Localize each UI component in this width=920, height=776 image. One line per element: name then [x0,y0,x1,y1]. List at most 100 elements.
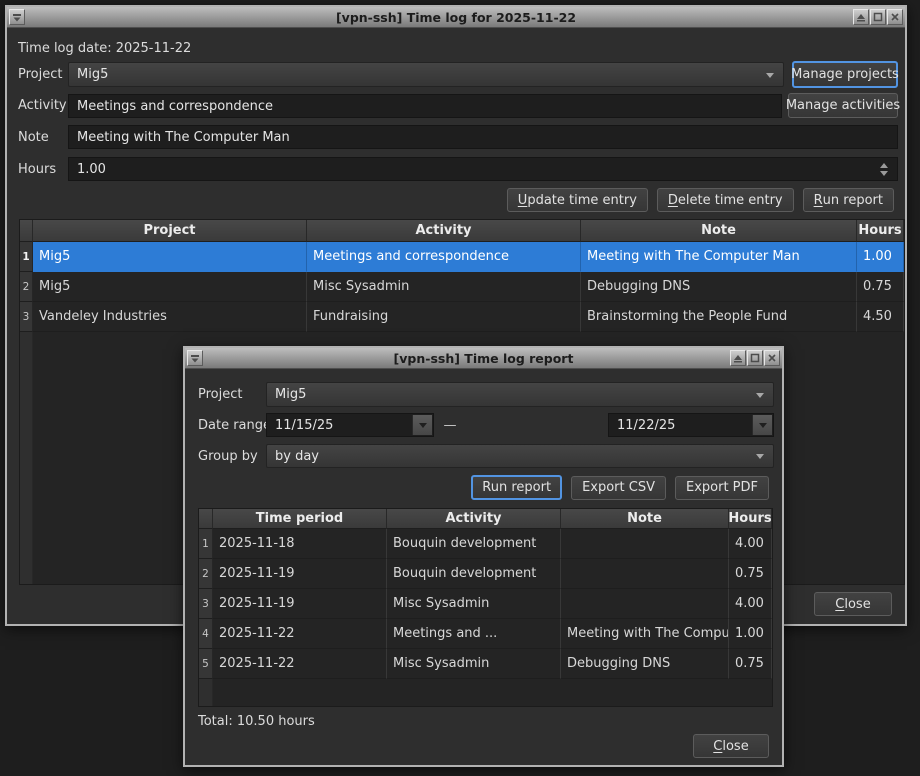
export-csv-button[interactable]: Export CSV [571,476,666,500]
hours-spinbox-value: 1.00 [77,162,106,177]
report-table: Time periodActivityNoteHours12025-11-18B… [198,508,773,707]
shade-icon [733,354,743,363]
table-row[interactable]: 2Mig5Misc SysadminDebugging DNS0.75 [20,272,904,302]
group-by-combobox[interactable]: by day [266,444,774,468]
table-cell: 2025-11-19 [213,589,387,619]
table-cell: 0.75 [729,559,772,589]
date-start-dropdown-button[interactable] [412,415,432,435]
run-report-button[interactable]: Run report [803,188,894,212]
note-label: Note [18,125,49,149]
row-number: 3 [199,589,213,619]
group-by-value: by day [275,449,319,464]
table-empty-space [213,679,772,706]
table-cell: Meeting with The Computer... [561,619,729,649]
table-row[interactable]: 3Vandeley IndustriesFundraisingBrainstor… [20,302,904,332]
column-header[interactable]: Note [561,509,729,529]
date-end-dropdown-button[interactable] [752,415,772,435]
chevron-down-icon [756,454,764,459]
table-cell: Meetings and correspondence [307,242,581,272]
date-end-picker[interactable]: 11/22/25 [608,413,774,437]
table-row[interactable]: 12025-11-18Bouquin development4.00 [199,529,772,559]
row-number: 1 [20,242,33,272]
table-row[interactable]: 22025-11-19Bouquin development 0.75 [199,559,772,589]
window-menu-button[interactable] [9,9,25,25]
spin-up-icon[interactable] [880,163,888,168]
project-combobox[interactable]: Mig5 [68,62,784,87]
report-dialog: [vpn-ssh] Time log report Project Mig5 D… [183,346,784,767]
column-header[interactable]: Project [33,220,307,242]
column-header[interactable]: Activity [387,509,561,529]
report-actions-row: Run report Export CSV Export PDF [471,475,769,500]
table-cell: Misc Sysadmin [387,649,561,679]
table-cell: 2025-11-19 [213,559,387,589]
table-cell: Misc Sysadmin [387,589,561,619]
column-header[interactable]: Hours [857,220,904,242]
row-number: 2 [199,559,213,589]
close-button[interactable] [764,350,780,366]
table-row[interactable]: 42025-11-22Meetings and ...Meeting with … [199,619,772,649]
row-number: 5 [199,649,213,679]
delete-time-entry-button[interactable]: Delete time entry [657,188,794,212]
shade-button[interactable] [853,9,869,25]
maximize-button[interactable] [747,350,763,366]
date-start-picker[interactable]: 11/15/25 [266,413,434,437]
report-project-combobox[interactable]: Mig5 [266,382,774,407]
dialog-run-report-button[interactable]: Run report [471,475,562,500]
table-cell: Debugging DNS [581,272,857,302]
update-time-entry-button[interactable]: Update time entry [507,188,648,212]
close-window-button[interactable]: Close [814,592,892,616]
table-row[interactable]: 32025-11-19Misc Sysadmin 4.00 [199,589,772,619]
table-row[interactable]: 1Mig5Meetings and correspondenceMeeting … [20,242,904,272]
table-cell: 2025-11-22 [213,619,387,649]
time-log-date-label: Time log date: 2025-11-22 [18,40,191,56]
maximize-icon [873,12,883,22]
table-cell: Misc Sysadmin [307,272,581,302]
window-menu-button[interactable] [187,350,203,366]
chevron-down-icon [756,393,764,398]
table-row[interactable]: 52025-11-22Misc SysadminDebugging DNS0.7… [199,649,772,679]
window-menu-icon [190,354,200,363]
maximize-button[interactable] [870,9,886,25]
manage-activities-button[interactable]: Manage activities [788,93,898,118]
table-cell: 4.00 [729,529,772,559]
activity-label: Activity [18,93,67,118]
column-header[interactable]: Note [581,220,857,242]
column-header[interactable]: Hours [729,509,772,529]
table-corner [199,509,213,529]
row-number: 3 [20,302,33,332]
group-by-label: Group by [198,444,258,468]
chevron-down-icon [759,423,767,428]
export-pdf-button[interactable]: Export PDF [675,476,769,500]
hours-label: Hours [18,157,56,181]
table-corner [20,220,33,242]
report-project-label: Project [198,382,242,407]
table-cell [561,529,729,559]
table-cell: Bouquin development [387,529,561,559]
titlebar[interactable]: [vpn-ssh] Time log for 2025-11-22 [7,7,905,28]
report-project-value: Mig5 [275,387,306,402]
table-cell: Bouquin development [387,559,561,589]
activity-input[interactable]: Meetings and correspondence [68,94,782,118]
table-cell: 1.00 [857,242,904,272]
hours-spinbox[interactable]: 1.00 [68,157,898,181]
dialog-titlebar[interactable]: [vpn-ssh] Time log report [185,348,782,369]
spin-down-icon[interactable] [880,171,888,176]
close-button[interactable] [887,9,903,25]
shade-icon [856,13,866,22]
table-cell: 4.00 [729,589,772,619]
close-icon [767,353,777,363]
table-cell: 2025-11-22 [213,649,387,679]
column-header[interactable]: Time period [213,509,387,529]
table-cell: Debugging DNS [561,649,729,679]
date-end-value: 11/22/25 [617,418,675,433]
dialog-close-button[interactable]: Close [693,734,769,758]
row-number: 4 [199,619,213,649]
manage-projects-button[interactable]: Manage projects [792,61,898,88]
row-number: 1 [199,529,213,559]
note-input[interactable]: Meeting with The Computer Man [68,125,898,149]
table-cell: 0.75 [729,649,772,679]
shade-button[interactable] [730,350,746,366]
table-cell: 1.00 [729,619,772,649]
close-icon [890,12,900,22]
column-header[interactable]: Activity [307,220,581,242]
